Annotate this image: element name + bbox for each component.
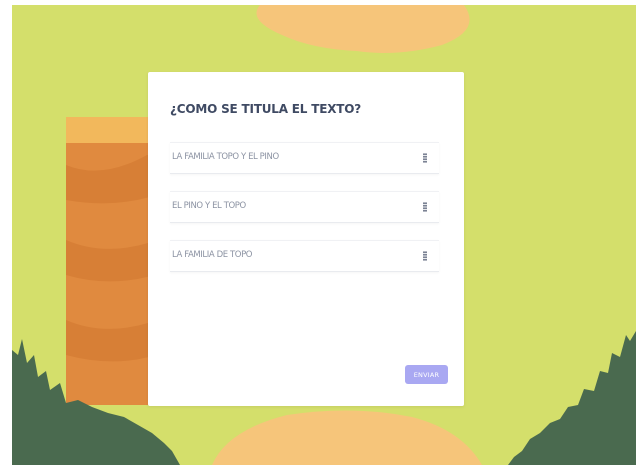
submit-button[interactable]: ENVIAR bbox=[405, 365, 448, 384]
right-forest bbox=[508, 331, 636, 465]
drag-handle-icon[interactable] bbox=[423, 251, 427, 261]
question-title: ¿COMO SE TITULA EL TEXTO? bbox=[170, 102, 362, 116]
answer-option-1[interactable]: LA FAMILIA TOPO Y EL PINO bbox=[170, 142, 439, 174]
question-card: ¿COMO SE TITULA EL TEXTO? LA FAMILIA TOP… bbox=[148, 72, 464, 406]
answer-option-label: EL PINO Y EL TOPO bbox=[172, 201, 246, 211]
top-orange-shape bbox=[256, 5, 470, 53]
answer-option-label: LA FAMILIA DE TOPO bbox=[172, 250, 253, 260]
drag-handle-icon[interactable] bbox=[423, 202, 427, 212]
answer-option-label: LA FAMILIA TOPO Y EL PINO bbox=[172, 152, 279, 162]
game-background: ¿COMO SE TITULA EL TEXTO? LA FAMILIA TOP… bbox=[12, 5, 636, 465]
answer-option-2[interactable]: EL PINO Y EL TOPO bbox=[170, 191, 439, 223]
drag-handle-icon[interactable] bbox=[423, 153, 427, 163]
answer-option-3[interactable]: LA FAMILIA DE TOPO bbox=[170, 240, 439, 272]
bottom-orange-shape bbox=[212, 410, 482, 465]
